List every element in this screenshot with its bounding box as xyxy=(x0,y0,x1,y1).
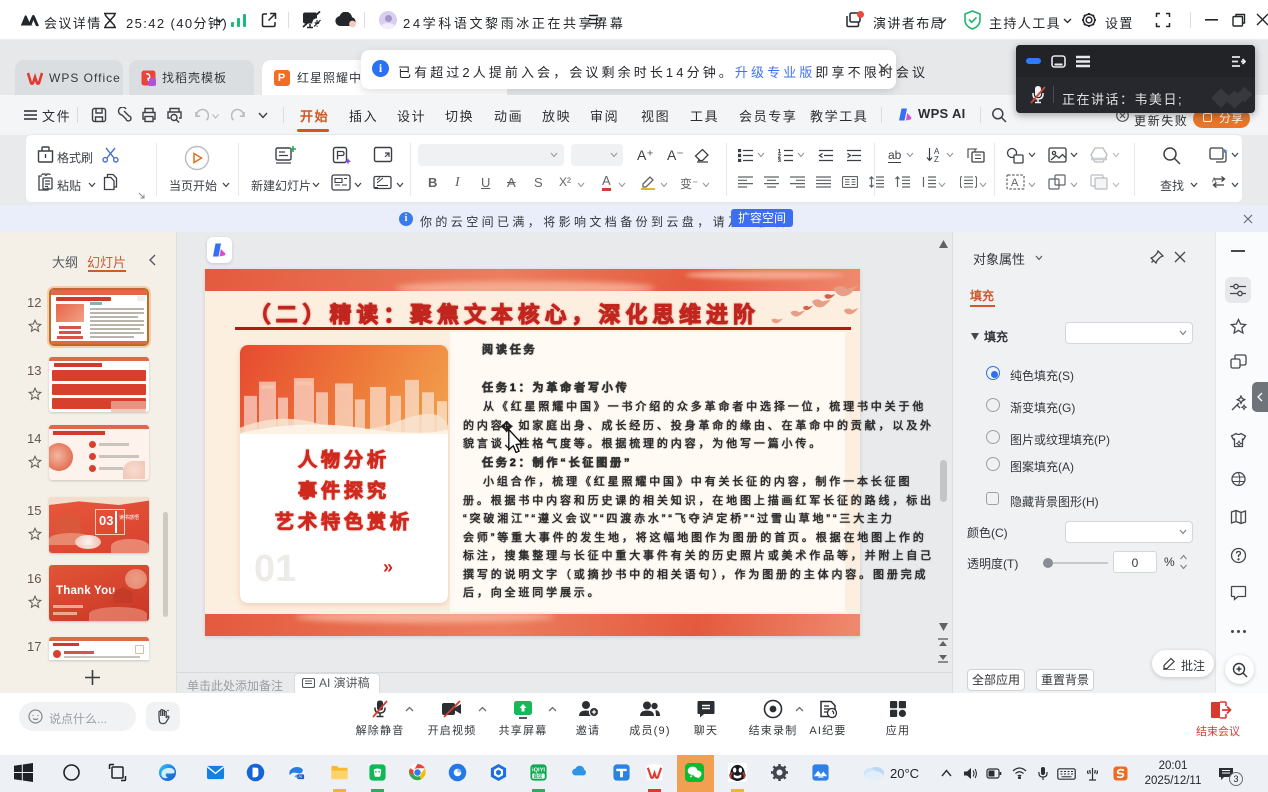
svg-text:A: A xyxy=(1011,177,1019,189)
svg-text:iQIYI: iQIYI xyxy=(532,768,545,774)
svg-text:A: A xyxy=(1212,178,1216,184)
svg-text:3: 3 xyxy=(778,159,781,163)
svg-text:会议: 会议 xyxy=(533,773,543,780)
svg-text:AI: AI xyxy=(298,774,302,779)
svg-text:Z: Z xyxy=(934,155,939,163)
